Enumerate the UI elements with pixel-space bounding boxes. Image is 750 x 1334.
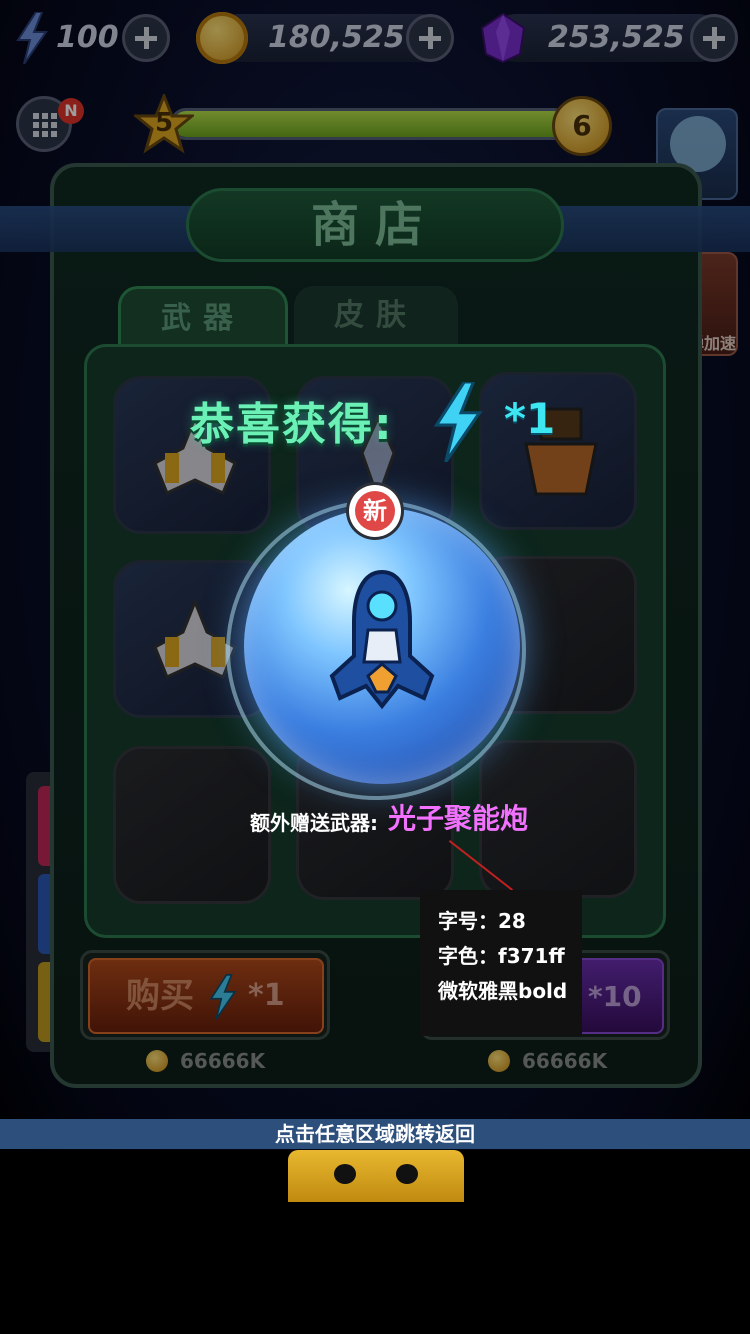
annotation-font-size: 字号：28 [438, 909, 526, 933]
character-face [288, 1150, 464, 1202]
tap-to-return-hint[interactable]: 点击任意区域跳转返回 [0, 1119, 750, 1149]
energy-bolt-icon [433, 382, 483, 462]
new-badge-label: 新 [355, 491, 395, 531]
bonus-label: 额外赠送武器: [250, 811, 378, 835]
eye-right [396, 1164, 418, 1184]
eye-left [334, 1164, 356, 1184]
annotation-font-color: 字色：f371ff [438, 944, 565, 968]
reward-bubble [244, 508, 520, 784]
annotation-font-family: 微软雅黑bold [438, 979, 568, 1003]
reward-qty: *1 [504, 394, 556, 443]
bonus-weapon-name: 光子聚能炮 [388, 802, 529, 835]
annotation-box: 字号：28 字色：f371ff 微软雅黑bold [420, 890, 582, 1036]
reward-title: 恭喜获得: [190, 399, 394, 450]
weapon-ship-icon [329, 569, 435, 710]
new-badge: 新 [349, 485, 401, 537]
